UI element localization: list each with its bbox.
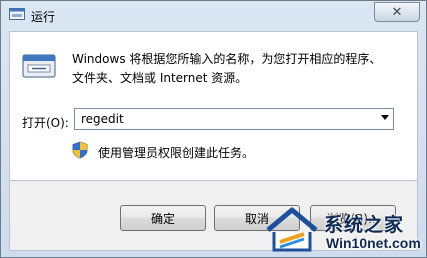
- chevron-down-icon[interactable]: [381, 115, 389, 120]
- cancel-button[interactable]: 取消: [214, 205, 300, 231]
- open-input[interactable]: [75, 109, 371, 129]
- run-icon: [9, 8, 25, 20]
- admin-note: 使用管理员权限创建此任务。: [98, 146, 255, 160]
- title-bar: 运行 ✕: [1, 1, 426, 31]
- open-combobox[interactable]: [74, 108, 394, 130]
- description-line-1: Windows 将根据您所输入的名称，为您打开相应的程序、: [72, 52, 382, 66]
- dialog-content: Windows 将根据您所输入的名称，为您打开相应的程序、 文件夹、文档或 In…: [9, 31, 418, 181]
- ok-button[interactable]: 确定: [120, 205, 206, 231]
- description-text: Windows 将根据您所输入的名称，为您打开相应的程序、 文件夹、文档或 In…: [72, 50, 407, 88]
- close-icon: ✕: [391, 4, 403, 19]
- button-bar: 确定 取消 浏览(B)...: [9, 181, 418, 251]
- close-button[interactable]: ✕: [374, 2, 420, 22]
- description-line-2: 文件夹、文档或 Internet 资源。: [72, 71, 248, 85]
- open-label: 打开(O):: [22, 116, 69, 130]
- run-icon: [22, 54, 56, 78]
- browse-button[interactable]: 浏览(B)...: [310, 205, 396, 231]
- run-dialog: 运行 ✕ Windows 将根据您所输入的名称，为您打开相应的程序、 文件夹、文…: [0, 0, 427, 258]
- window-title: 运行: [31, 10, 56, 24]
- uac-shield-icon: [72, 141, 88, 159]
